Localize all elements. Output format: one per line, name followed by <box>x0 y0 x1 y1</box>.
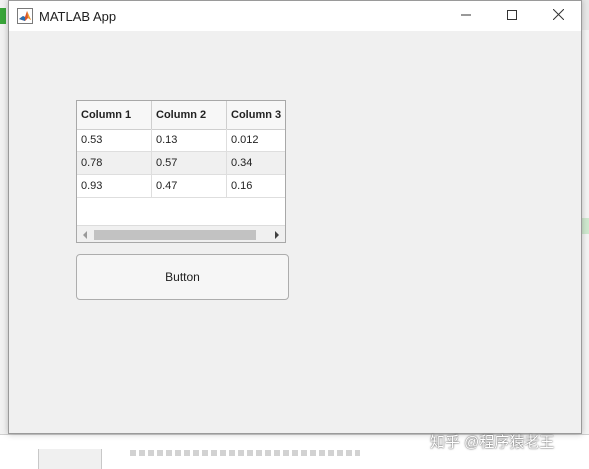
chevron-left-icon <box>82 226 88 243</box>
column-header-3[interactable]: Column 3 <box>227 101 285 129</box>
scroll-right-button[interactable] <box>269 226 285 243</box>
table-row[interactable]: 0.93 0.47 0.16 <box>77 175 285 198</box>
table-row[interactable]: 0.78 0.57 0.34 <box>77 152 285 175</box>
minimize-button[interactable] <box>443 1 489 31</box>
table-cell[interactable]: 0.34 <box>227 152 285 174</box>
minimize-icon <box>461 7 471 25</box>
table-cell[interactable]: 0.57 <box>152 152 227 174</box>
data-table[interactable]: Column 1 Column 2 Column 3 0.53 0.13 0.0… <box>76 100 286 243</box>
chevron-right-icon <box>274 226 280 243</box>
maximize-icon <box>507 7 517 25</box>
background-ide-code-line <box>130 450 360 456</box>
scroll-left-button[interactable] <box>77 226 93 243</box>
table-cell[interactable]: 0.13 <box>152 129 227 151</box>
window-titlebar[interactable]: MATLAB App <box>9 1 581 31</box>
table-cell[interactable]: 0.93 <box>77 175 152 197</box>
matlab-logo-icon <box>17 8 33 24</box>
close-icon <box>552 7 564 25</box>
close-button[interactable] <box>535 1 581 31</box>
table-cell[interactable]: 0.16 <box>227 175 285 197</box>
background-ide-marker <box>582 218 589 234</box>
background-ide-line-gutter <box>38 449 102 469</box>
matlab-app-window: MATLAB App Column 1 Column 2 Column 3 0.… <box>8 0 582 434</box>
table-cell[interactable]: 0.012 <box>227 129 285 151</box>
maximize-button[interactable] <box>489 1 535 31</box>
window-title: MATLAB App <box>39 9 117 24</box>
app-content-area: Column 1 Column 2 Column 3 0.53 0.13 0.0… <box>9 31 581 433</box>
table-header: Column 1 Column 2 Column 3 <box>77 101 285 130</box>
zhihu-watermark: 知乎 @程序猿老王 <box>430 434 555 451</box>
table-cell[interactable]: 0.78 <box>77 152 152 174</box>
scrollbar-thumb[interactable] <box>94 230 256 240</box>
table-cell[interactable]: 0.47 <box>152 175 227 197</box>
table-body: 0.53 0.13 0.012 0.78 0.57 0.34 0.93 0.47… <box>77 129 285 198</box>
column-header-1[interactable]: Column 1 <box>77 101 152 129</box>
table-cell[interactable]: 0.53 <box>77 129 152 151</box>
background-ide-right-panel <box>582 30 589 450</box>
app-button[interactable]: Button <box>76 254 289 300</box>
horizontal-scrollbar[interactable] <box>77 225 285 243</box>
background-ide-run-indicator <box>0 8 6 24</box>
table-row[interactable]: 0.53 0.13 0.012 <box>77 129 285 152</box>
column-header-2[interactable]: Column 2 <box>152 101 227 129</box>
